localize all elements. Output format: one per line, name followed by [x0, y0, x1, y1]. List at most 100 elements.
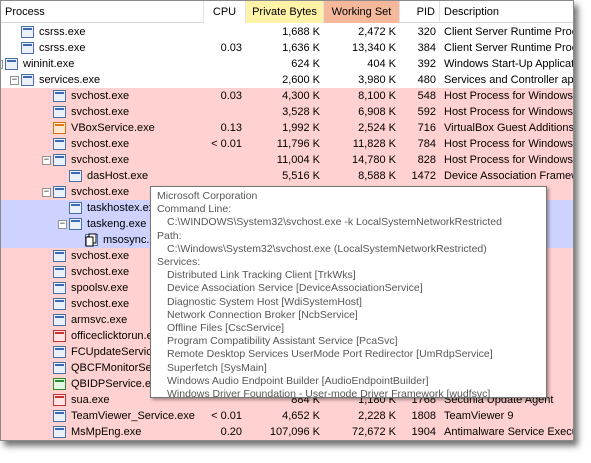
column-header-cpu[interactable]: CPU	[204, 1, 246, 23]
process-name: svchost.exe	[71, 266, 130, 278]
collapse-toggle-icon[interactable]: −	[58, 220, 67, 229]
tooltip-company: Microsoft Corporation	[157, 190, 258, 202]
process-icon	[21, 26, 34, 38]
description-value: Host Process for Windows	[444, 106, 573, 118]
cpu-value	[204, 72, 246, 88]
process-icon	[21, 42, 34, 54]
tooltip-command-line-value: C:\WINDOWS\System32\svchost.exe -k Local…	[167, 216, 502, 229]
tooltip-service-item: Superfetch [SysMain]	[167, 361, 267, 374]
tooltip-services-list: Distributed Link Tracking Client [TrkWks…	[157, 269, 540, 401]
pid-value: 828	[417, 154, 436, 166]
tooltip-service-item: Network Connection Broker [NcbService]	[167, 308, 358, 321]
process-icon	[53, 346, 66, 358]
private-bytes-value: 1,636 K	[282, 42, 320, 54]
pid-value: 784	[417, 138, 436, 150]
process-name-cell: svchost.exe	[1, 136, 204, 152]
cpu-value: 0.03	[220, 90, 242, 102]
process-icon	[69, 170, 82, 182]
tooltip-service-item: Remote Desktop Services UserMode Port Re…	[167, 348, 493, 361]
process-name-cell: − svchost.exe	[1, 152, 204, 168]
collapse-toggle-icon[interactable]: −	[10, 76, 19, 85]
description-value: Host Process for Windows	[444, 90, 573, 102]
process-row[interactable]: svchost.exe < 0.01 11,796 K 11,828 K 784 Host…	[1, 136, 573, 152]
collapse-toggle-icon[interactable]: −	[1, 60, 3, 69]
process-icon	[53, 90, 66, 102]
process-name: MsMpEng.exe	[71, 426, 142, 438]
process-icon	[53, 154, 66, 166]
process-name: svchost.exe	[71, 138, 130, 150]
process-name-cell: MsMpEng.exe	[1, 424, 204, 440]
process-row[interactable]: TeamViewer_Service.exe < 0.01 4,652 K 2,228…	[1, 408, 573, 424]
mouse-cursor-icon	[85, 233, 97, 247]
working-set-value: 11,828 K	[352, 138, 396, 150]
working-set-value: 13,340 K	[351, 42, 396, 54]
process-name: TeamViewer_Service.exe	[71, 410, 195, 422]
process-row[interactable]: svchost.exe 0.03 4,300 K 8,100 K 548 Host Pro…	[1, 88, 573, 104]
office-icon	[53, 330, 66, 342]
process-icon	[5, 58, 18, 70]
description-value: Host Process for Windows	[444, 138, 573, 150]
process-row[interactable]: VBoxService.exe 0.13 1,992 K 2,524 K 716 Virt…	[1, 120, 574, 136]
process-name: wininit.exe	[23, 58, 75, 70]
printer-icon	[53, 282, 66, 294]
tooltip-services-label: Services:	[157, 256, 201, 269]
private-bytes-value: 1,688 K	[282, 26, 320, 38]
cpu-value: 0.20	[220, 426, 242, 438]
collapse-toggle-icon[interactable]: −	[42, 156, 51, 165]
column-header-private-bytes[interactable]: Private Bytes	[246, 1, 324, 23]
process-row[interactable]: − wininit.exe 624 K 404 K 392 Windows Start-U…	[1, 56, 574, 72]
tooltip-service-item: Device Association Service [DeviceAssoci…	[167, 282, 423, 295]
process-icon	[53, 266, 66, 278]
process-name: QBCFMonitorSer	[71, 362, 156, 374]
process-icon	[53, 138, 66, 150]
process-name: services.exe	[39, 74, 101, 86]
process-name-cell: csrss.exe	[1, 24, 204, 40]
private-bytes-value: 4,300 K	[282, 90, 320, 102]
process-name: svchost.exe	[71, 90, 130, 102]
process-row[interactable]: csrss.exe 1,688 K 2,472 K 320 Client Server …	[1, 24, 573, 40]
process-info-tooltip: Microsoft Corporation Command Line: C:\W…	[150, 186, 547, 401]
collapse-toggle-icon[interactable]: −	[42, 188, 51, 197]
process-name: csrss.exe	[39, 26, 86, 38]
process-icon	[69, 202, 82, 214]
description-value: Windows Start-Up Applicati	[444, 58, 574, 70]
vbox-icon	[53, 122, 66, 134]
cpu-value: < 0.01	[211, 410, 242, 422]
private-bytes-value: 107,096 K	[269, 426, 320, 438]
cpu-value	[204, 152, 246, 168]
description-value: VirtualBox Guest Additions	[444, 122, 574, 134]
working-set-value: 2,228 K	[358, 410, 396, 422]
pid-value: 392	[417, 58, 436, 70]
process-icon	[53, 314, 66, 326]
teamviewer-icon	[53, 410, 66, 422]
process-name: svchost.exe	[71, 298, 130, 310]
tooltip-path-value: C:\Windows\System32\svchost.exe (LocalSy…	[167, 242, 487, 255]
working-set-value: 2,524 K	[358, 122, 396, 134]
process-row[interactable]: svchost.exe 3,528 K 6,908 K 592 Host Process…	[1, 104, 573, 120]
pid-value: 480	[417, 74, 436, 86]
process-name-cell: − wininit.exe	[1, 56, 204, 72]
tooltip-path-label: Path:	[157, 229, 182, 242]
private-bytes-value: 11,004 K	[276, 154, 320, 166]
pid-value: 1472	[411, 170, 436, 182]
column-header-process[interactable]: Process	[1, 1, 204, 23]
column-header-description[interactable]: Description	[440, 1, 573, 23]
process-row[interactable]: dasHost.exe 5,516 K 8,588 K 1472 Device Asso…	[1, 168, 573, 184]
tooltip-service-item: Windows Audio Endpoint Builder [AudioEnd…	[167, 374, 429, 387]
description-value: Antimalware Service Execu	[444, 426, 574, 438]
process-name: QBIDPService.ex	[71, 378, 157, 390]
process-row[interactable]: − services.exe 2,600 K 3,980 K 480 Services a…	[1, 72, 573, 88]
process-name: svchost.exe	[71, 250, 130, 262]
process-row[interactable]: − svchost.exe 11,004 K 14,780 K 828 Host Proc…	[1, 152, 573, 168]
process-row[interactable]: MsMpEng.exe 0.20 107,096 K 72,672 K 1904 Anti…	[1, 424, 574, 440]
process-explorer-window: Process CPU Private Bytes Working Set PI…	[0, 0, 574, 441]
tooltip-service-item: Offline Files [CscService]	[167, 322, 285, 335]
process-name: svchost.exe	[71, 186, 130, 198]
column-header-working-set[interactable]: Working Set	[324, 1, 400, 23]
column-header-pid[interactable]: PID	[400, 1, 440, 23]
process-name-cell: dasHost.exe	[1, 168, 204, 184]
private-bytes-value: 4,652 K	[282, 410, 320, 422]
process-icon	[69, 218, 82, 230]
process-row[interactable]: csrss.exe 0.03 1,636 K 13,340 K 384 Client Se…	[1, 40, 573, 56]
cpu-value	[204, 168, 246, 184]
